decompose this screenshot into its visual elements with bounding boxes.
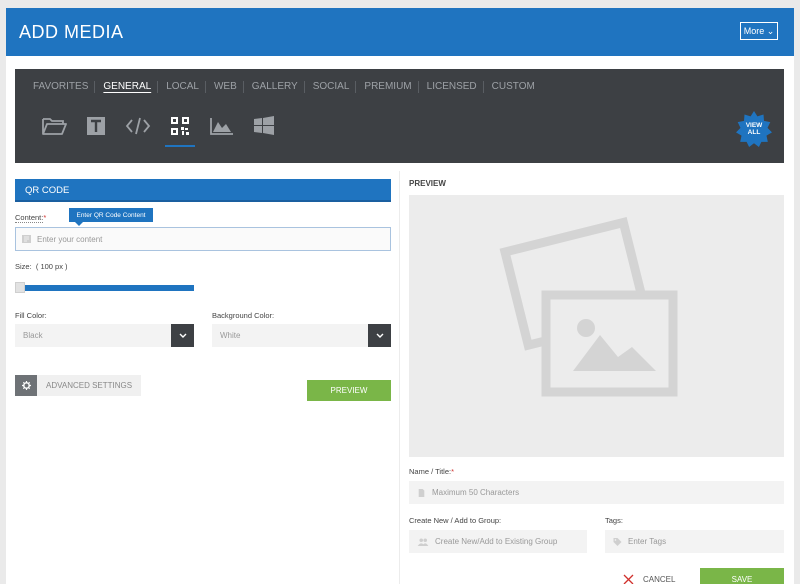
- gear-icon: [15, 375, 37, 396]
- content-placeholder: Enter your content: [37, 234, 103, 244]
- tag-icon: [613, 537, 622, 546]
- dialog-title: ADD MEDIA: [19, 22, 124, 42]
- chevron-down-icon: [171, 324, 194, 347]
- group-input[interactable]: Create New/Add to Existing Group: [409, 530, 587, 553]
- qr-code-section-header: QR CODE: [15, 179, 391, 202]
- tab-premium[interactable]: PREMIUM: [355, 81, 417, 93]
- preview-area: [409, 195, 784, 457]
- content-tooltip: Enter QR Code Content: [69, 208, 153, 226]
- advanced-settings-button[interactable]: ADVANCED SETTINGS: [15, 375, 141, 396]
- group-label: Create New / Add to Group:: [409, 516, 502, 525]
- size-label: Size: ( 100 px ): [15, 262, 68, 271]
- name-title-input[interactable]: Maximum 50 Characters: [409, 481, 784, 504]
- tags-label: Tags:: [605, 516, 623, 525]
- tab-custom[interactable]: CUSTOM: [482, 81, 541, 93]
- size-value: ( 100 px ): [35, 262, 68, 271]
- name-title-label: Name / Title:*: [409, 467, 455, 476]
- folder-icon[interactable]: [33, 109, 75, 143]
- save-button[interactable]: SAVE: [700, 568, 784, 584]
- view-all-label: VIEW ALL: [745, 122, 763, 136]
- view-all-badge[interactable]: VIEW ALL: [736, 111, 772, 147]
- tab-gallery[interactable]: GALLERY: [242, 81, 304, 93]
- tags-placeholder: Enter Tags: [628, 537, 667, 546]
- group-placeholder: Create New/Add to Existing Group: [435, 537, 558, 546]
- screen: ADD MEDIA More ⌄ FAVORITES GENERAL LOCAL…: [0, 0, 800, 584]
- qr-code-icon[interactable]: [159, 109, 201, 147]
- cancel-button[interactable]: CANCEL: [623, 574, 675, 584]
- chart-icon[interactable]: [201, 109, 243, 143]
- document-icon: [418, 488, 425, 497]
- preview-heading: PREVIEW: [409, 179, 446, 188]
- fill-color-select[interactable]: Black: [15, 324, 194, 347]
- dialog-header: ADD MEDIA More ⌄: [6, 8, 794, 56]
- qr-code-section-title: QR CODE: [25, 185, 70, 196]
- background-color-value: White: [220, 331, 241, 340]
- code-icon[interactable]: [117, 109, 159, 143]
- size-slider-thumb[interactable]: [15, 282, 25, 293]
- column-divider: [399, 171, 400, 584]
- content-label: Content:*: [15, 213, 47, 223]
- more-button[interactable]: More ⌄: [740, 22, 778, 40]
- fill-color-label: Fill Color:: [15, 311, 47, 320]
- fill-color-value: Black: [23, 331, 43, 340]
- tab-local[interactable]: LOCAL: [157, 81, 205, 93]
- size-slider-track[interactable]: [15, 285, 194, 291]
- close-icon: [623, 574, 634, 584]
- windows-icon[interactable]: [243, 109, 285, 143]
- text-icon[interactable]: [75, 109, 117, 143]
- cancel-label: CANCEL: [643, 575, 676, 584]
- users-icon: [417, 537, 429, 546]
- tags-input[interactable]: Enter Tags: [605, 530, 784, 553]
- preview-button[interactable]: PREVIEW: [307, 380, 391, 401]
- background-color-select[interactable]: White: [212, 324, 391, 347]
- source-icon-row: [33, 109, 285, 147]
- tab-web[interactable]: WEB: [204, 81, 243, 93]
- advanced-settings-label: ADVANCED SETTINGS: [46, 381, 133, 390]
- tab-social[interactable]: SOCIAL: [303, 81, 356, 93]
- background-color-label: Background Color:: [212, 311, 275, 320]
- category-tabs: FAVORITES GENERAL LOCAL WEB GALLERY SOCI…: [25, 81, 541, 93]
- chevron-down-icon: [368, 324, 391, 347]
- required-mark: *: [43, 213, 47, 222]
- qr-content-input[interactable]: Enter your content: [15, 227, 391, 251]
- tab-general[interactable]: GENERAL: [94, 81, 157, 93]
- tab-favorites[interactable]: FAVORITES: [25, 81, 94, 93]
- media-source-bar: FAVORITES GENERAL LOCAL WEB GALLERY SOCI…: [15, 69, 784, 163]
- tab-licensed[interactable]: LICENSED: [417, 81, 483, 93]
- text-field-icon: [22, 235, 31, 243]
- image-placeholder-icon: [499, 217, 678, 397]
- name-title-placeholder: Maximum 50 Characters: [432, 488, 520, 497]
- add-media-dialog: ADD MEDIA More ⌄ FAVORITES GENERAL LOCAL…: [6, 8, 794, 584]
